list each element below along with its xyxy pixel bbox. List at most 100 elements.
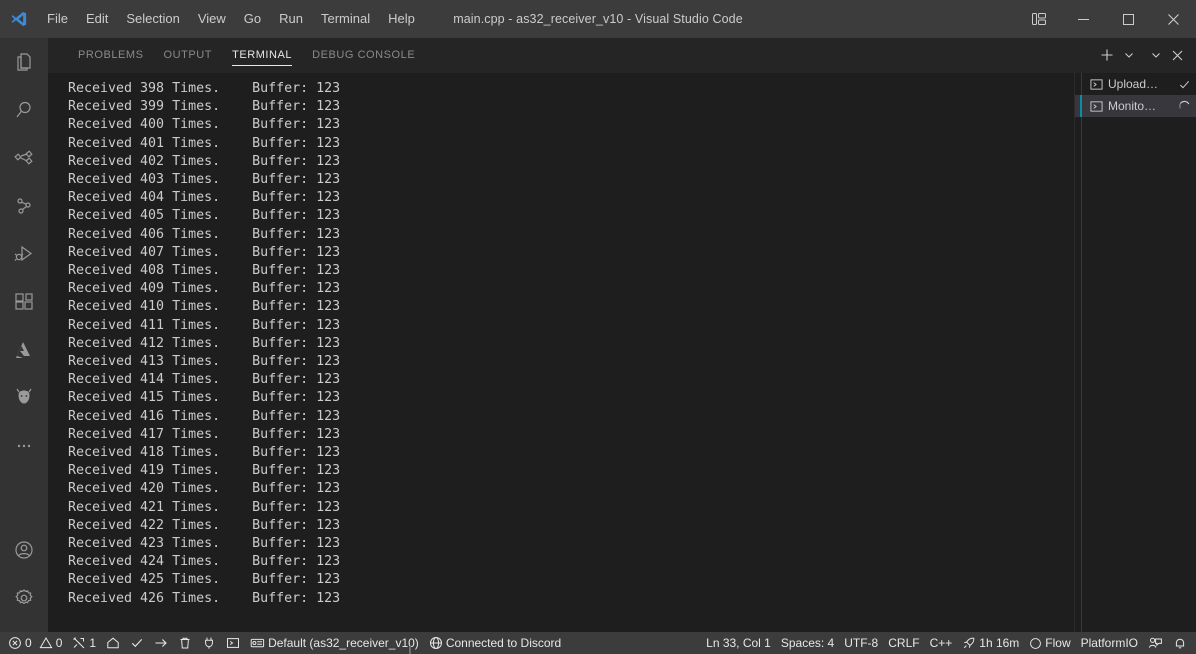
- status-pio-home[interactable]: [101, 632, 125, 654]
- customize-layout-button[interactable]: [1017, 0, 1061, 38]
- tab-debug-console[interactable]: DEBUG CONSOLE: [302, 38, 425, 73]
- sidebar-item-more[interactable]: [0, 422, 48, 470]
- terminal-tab-monitor[interactable]: Monito…: [1075, 95, 1196, 117]
- terminal-line: Received 421 Times. Buffer: 123: [68, 499, 341, 515]
- wakatime-label: 1h 16m: [979, 636, 1020, 650]
- terminal-line: Received 426 Times. Buffer: 123: [68, 590, 341, 606]
- vscode-window: File Edit Selection View Go Run Terminal…: [0, 0, 1196, 654]
- workbench-body: PROBLEMS OUTPUT TERMINAL DEBUG CONSOLE R…: [0, 38, 1196, 632]
- menu-bar: File Edit Selection View Go Run Terminal…: [38, 0, 424, 38]
- terminal-icon: [226, 636, 240, 650]
- status-language-mode[interactable]: C++: [925, 632, 958, 654]
- status-pio-clean[interactable]: [173, 632, 197, 654]
- sidebar-item-source-control[interactable]: [0, 134, 48, 182]
- extensions-icon: [12, 290, 36, 314]
- arrow-right-icon: [154, 636, 168, 650]
- cursor-position-label: Ln 33, Col 1: [706, 636, 771, 650]
- error-count: 0: [25, 636, 32, 650]
- status-pio-environment[interactable]: Default (as32_receiver_v10): [245, 632, 424, 654]
- terminal-line: Received 414 Times. Buffer: 123: [68, 372, 341, 388]
- source-control-icon: [12, 146, 36, 170]
- menu-view[interactable]: View: [190, 7, 234, 31]
- terminal-line: Received 415 Times. Buffer: 123: [68, 390, 341, 406]
- status-encoding[interactable]: UTF-8: [839, 632, 883, 654]
- panel-views-dropdown[interactable]: [1147, 43, 1164, 67]
- terminal-line: Received 408 Times. Buffer: 123: [68, 263, 341, 279]
- sidebar-item-settings[interactable]: [0, 574, 48, 622]
- warning-count: 0: [55, 636, 63, 650]
- account-icon: [12, 538, 36, 562]
- menu-file[interactable]: File: [39, 7, 76, 31]
- tab-problems[interactable]: PROBLEMS: [68, 38, 154, 73]
- line-endings-label: CRLF: [888, 636, 920, 650]
- status-pio-new-terminal[interactable]: [221, 632, 245, 654]
- terminal-scroll-marker: [409, 646, 411, 654]
- menu-help[interactable]: Help: [380, 7, 423, 31]
- sidebar-item-azure[interactable]: [0, 326, 48, 374]
- maximize-button[interactable]: [1106, 0, 1151, 38]
- status-remote-feedback[interactable]: [1143, 632, 1168, 654]
- sidebar-item-extensions[interactable]: [0, 278, 48, 326]
- run-debug-icon: [12, 242, 36, 266]
- chevron-down-icon: [1123, 49, 1135, 61]
- title-bar: File Edit Selection View Go Run Terminal…: [0, 0, 1196, 38]
- terminal-icon: [1089, 77, 1103, 91]
- terminal-line: Received 422 Times. Buffer: 123: [68, 517, 341, 533]
- panel-tab-list: PROBLEMS OUTPUT TERMINAL DEBUG CONSOLE: [48, 38, 425, 72]
- terminal-line: Received 418 Times. Buffer: 123: [68, 445, 341, 461]
- terminal-output[interactable]: Received 398 Times. Buffer: 123 Received…: [48, 73, 1074, 632]
- sidebar-item-explorer[interactable]: [0, 38, 48, 86]
- terminal-line: Received 423 Times. Buffer: 123: [68, 536, 341, 552]
- status-discord[interactable]: Connected to Discord: [424, 632, 566, 654]
- panel-actions: [1096, 38, 1196, 72]
- menu-terminal[interactable]: Terminal: [313, 7, 378, 31]
- check-icon: [1176, 78, 1196, 91]
- terminal-line: Received 416 Times. Buffer: 123: [68, 408, 341, 424]
- status-indentation[interactable]: Spaces: 4: [776, 632, 839, 654]
- status-platformio-tasks[interactable]: 1: [67, 632, 101, 654]
- sidebar-item-search[interactable]: [0, 86, 48, 134]
- status-flow[interactable]: Flow: [1024, 632, 1075, 654]
- terminal-tab-upload[interactable]: Upload…: [1075, 73, 1196, 95]
- sidebar-item-accounts[interactable]: [0, 526, 48, 574]
- sidebar-item-testing[interactable]: [0, 182, 48, 230]
- globe-icon: [429, 636, 443, 650]
- menu-selection[interactable]: Selection: [118, 7, 187, 31]
- status-pio-serial-monitor[interactable]: [197, 632, 221, 654]
- status-wakatime[interactable]: 1h 16m: [957, 632, 1024, 654]
- status-line-endings[interactable]: CRLF: [883, 632, 924, 654]
- trash-icon: [178, 636, 192, 650]
- close-button[interactable]: [1151, 0, 1196, 38]
- sidebar-item-run-and-debug[interactable]: [0, 230, 48, 278]
- menu-edit[interactable]: Edit: [78, 7, 116, 31]
- terminal-line: Received 406 Times. Buffer: 123: [68, 226, 341, 242]
- status-pio-build[interactable]: [125, 632, 149, 654]
- terminal-profile-dropdown[interactable]: [1120, 43, 1137, 67]
- status-problems[interactable]: 0 0: [3, 632, 67, 654]
- branch-icon: [12, 194, 36, 218]
- terminal-line: Received 424 Times. Buffer: 123: [68, 554, 341, 570]
- panel-header: PROBLEMS OUTPUT TERMINAL DEBUG CONSOLE: [48, 38, 1196, 73]
- sidebar-item-platformio[interactable]: [0, 374, 48, 422]
- terminal-line: Received 420 Times. Buffer: 123: [68, 481, 341, 497]
- search-icon: [12, 98, 36, 122]
- status-editor-position[interactable]: Ln 33, Col 1: [701, 632, 776, 654]
- status-notifications[interactable]: [1168, 632, 1192, 654]
- terminal-line: Received 410 Times. Buffer: 123: [68, 299, 341, 315]
- close-panel-button[interactable]: [1166, 43, 1188, 67]
- spinner-icon: [1176, 100, 1196, 113]
- menu-run[interactable]: Run: [271, 7, 311, 31]
- status-platformio-label[interactable]: PlatformIO: [1076, 632, 1143, 654]
- new-terminal-button[interactable]: [1096, 43, 1118, 67]
- menu-go[interactable]: Go: [236, 7, 269, 31]
- files-icon: [12, 50, 36, 74]
- ellipsis-icon: [12, 434, 36, 458]
- tab-output[interactable]: OUTPUT: [154, 38, 223, 73]
- terminal-line: Received 409 Times. Buffer: 123: [68, 281, 341, 297]
- status-pio-upload[interactable]: [149, 632, 173, 654]
- flow-label: Flow: [1045, 636, 1071, 650]
- tab-terminal[interactable]: TERMINAL: [222, 38, 302, 73]
- close-icon: [1171, 49, 1184, 62]
- minimize-button[interactable]: [1061, 0, 1106, 38]
- bell-icon: [1173, 636, 1187, 650]
